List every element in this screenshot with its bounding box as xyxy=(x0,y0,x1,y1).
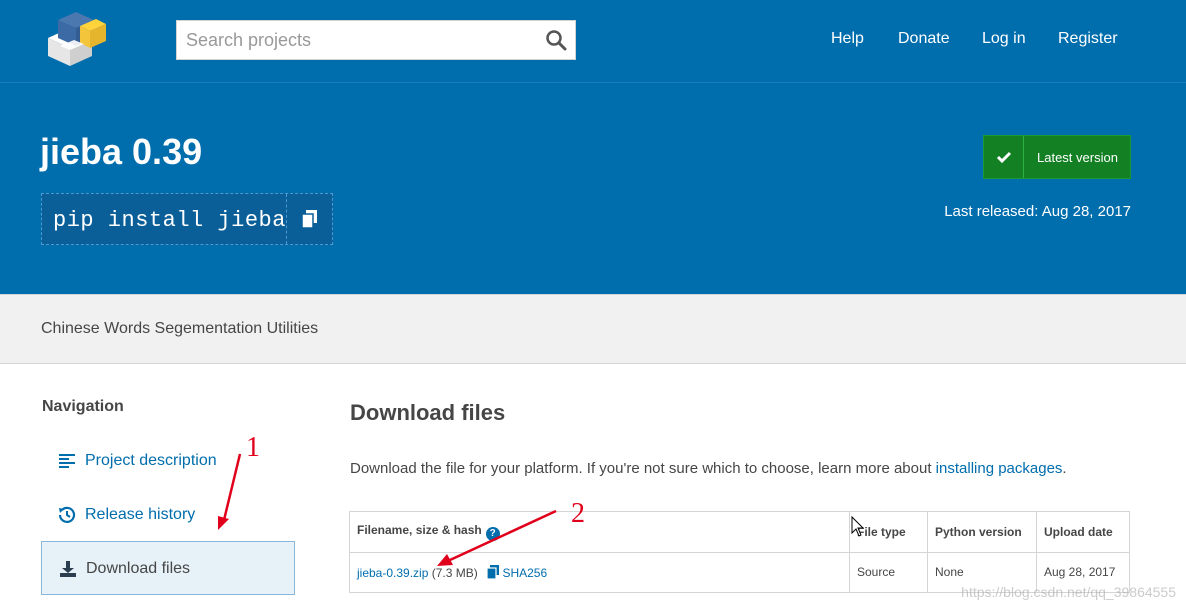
annotation-2-label: 2 xyxy=(571,498,585,529)
column-header-filename-label: Filename, size & hash xyxy=(357,522,482,537)
check-icon xyxy=(996,151,1012,164)
nav-help-link[interactable]: Help xyxy=(831,30,864,48)
file-type-cell: Source xyxy=(849,551,928,593)
sidebar-item-release-history[interactable]: Release history xyxy=(41,488,295,542)
latest-check xyxy=(984,136,1024,178)
sidebar-title: Navigation xyxy=(42,398,124,415)
copy-icon xyxy=(302,210,317,228)
latest-version-button[interactable]: Latest version xyxy=(983,135,1131,179)
history-icon xyxy=(58,506,76,523)
nav-register-link[interactable]: Register xyxy=(1058,30,1118,48)
column-header-python-version: Python version xyxy=(927,511,1037,553)
filename-cell: jieba-0.39.zip (7.3 MB) SHA256 xyxy=(349,551,850,593)
top-header: Help Donate Log in Register xyxy=(0,0,1186,82)
column-header-filename: Filename, size & hash? xyxy=(349,511,850,553)
package-summary: Chinese Words Segementation Utilities xyxy=(41,320,319,337)
file-download-link[interactable]: jieba-0.39.zip xyxy=(357,566,428,580)
sidebar-item-download-files[interactable]: Download files xyxy=(41,541,295,595)
search-icon[interactable] xyxy=(545,29,567,51)
sidebar-item-label: Release history xyxy=(85,506,196,523)
watermark: https://blog.csdn.net/qq_39864555 xyxy=(961,584,1176,600)
copy-button[interactable] xyxy=(286,194,332,244)
pip-install-box: pip install jieba xyxy=(41,193,333,245)
search-box[interactable] xyxy=(176,20,576,60)
table-header-row: Filename, size & hash? File type Python … xyxy=(349,511,1130,553)
latest-version-label: Latest version xyxy=(1037,150,1118,165)
pypi-logo[interactable] xyxy=(40,8,108,70)
sha256-link[interactable]: SHA256 xyxy=(502,566,547,580)
download-files-title: Download files xyxy=(350,400,506,425)
files-table: Filename, size & hash? File type Python … xyxy=(349,511,1130,593)
clipboard-icon xyxy=(486,564,500,580)
package-hero: jieba 0.39 pip install jieba Latest vers… xyxy=(0,82,1186,294)
file-size: (7.3 MB) xyxy=(431,565,478,580)
download-description: Download the file for your platform. If … xyxy=(350,460,1067,477)
package-title: jieba 0.39 xyxy=(40,131,203,172)
pip-command[interactable]: pip install jieba xyxy=(53,208,286,233)
download-icon xyxy=(60,561,76,577)
annotation-1-label: 1 xyxy=(246,432,260,463)
nav-donate-link[interactable]: Donate xyxy=(898,30,950,48)
download-description-suffix: . xyxy=(1062,460,1067,477)
column-header-file-type: File type xyxy=(849,511,928,553)
last-released: Last released: Aug 28, 2017 xyxy=(944,203,1131,220)
sidebar-item-label: Download files xyxy=(86,560,191,577)
installing-packages-link[interactable]: installing packages xyxy=(936,460,1063,477)
align-left-icon xyxy=(59,454,75,468)
package-summary-band: Chinese Words Segementation Utilities xyxy=(0,294,1186,364)
nav-login-link[interactable]: Log in xyxy=(982,30,1026,48)
sidebar-item-label: Project description xyxy=(85,452,217,469)
help-icon[interactable]: ? xyxy=(485,526,500,541)
column-header-upload-date: Upload date xyxy=(1036,511,1130,553)
search-input[interactable] xyxy=(177,21,537,59)
download-description-text: Download the file for your platform. If … xyxy=(350,460,936,477)
